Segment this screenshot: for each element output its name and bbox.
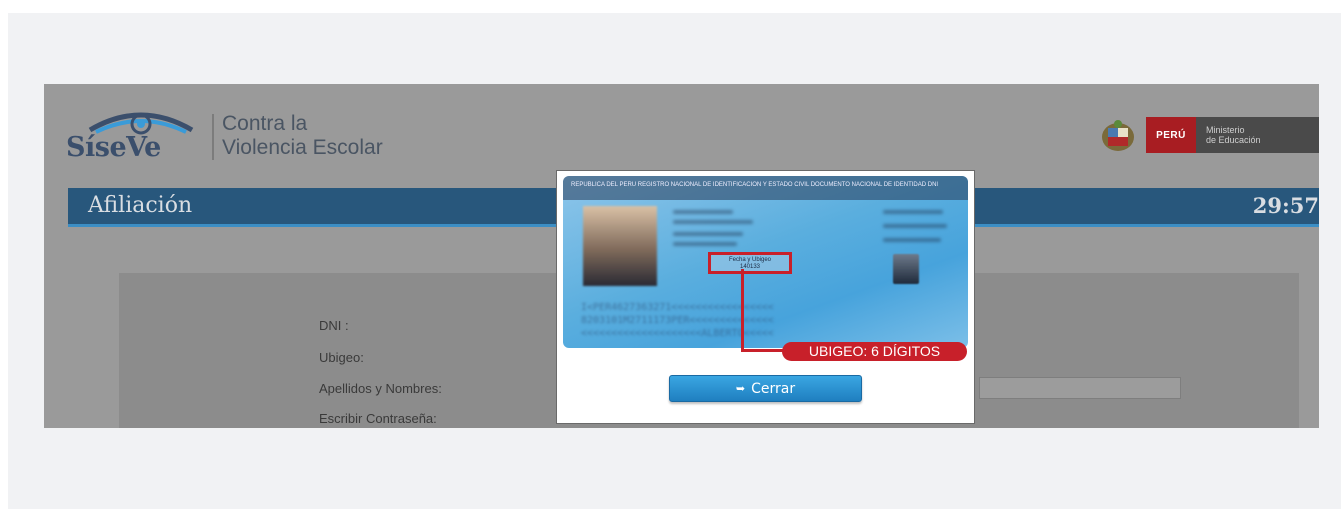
logo-tagline: Contra la Violencia Escolar [222, 112, 383, 160]
blurred-text [673, 232, 743, 236]
minedu-logo[interactable]: PERÚ Ministerio de Educación [1099, 117, 1319, 155]
callout-pointer [741, 269, 744, 352]
dni-card-header: REPUBLICA DEL PERU REGISTRO NACIONAL DE … [563, 176, 968, 200]
ubigeo-highlight-code: 140133 [739, 264, 761, 270]
ubigeo-help-modal: REPUBLICA DEL PERU REGISTRO NACIONAL DE … [556, 170, 975, 424]
blurred-text [883, 210, 943, 214]
blurred-text [673, 220, 753, 224]
blurred-text [673, 210, 733, 214]
ubigeo-callout-label: UBIGEO: 6 DÍGITOS [782, 342, 967, 361]
page-title: Afiliación [88, 193, 193, 218]
logo-divider [212, 114, 214, 160]
close-button-label: Cerrar [751, 380, 796, 397]
ubigeo-highlight-box: Fecha y Ubigeo 140133 [708, 252, 792, 274]
tagline-line-2: Violencia Escolar [222, 136, 383, 159]
siseve-logo[interactable]: SíseVe Contra la Violencia Escolar [64, 106, 484, 166]
mrz-line-1: I<PER4627363271<<<<<<<<<<<<<<<<< [581, 302, 774, 313]
ministry-line-1: Ministerio [1206, 125, 1245, 135]
ubigeo-highlight-title: Fecha y Ubigeo [728, 257, 772, 263]
logo-word-b: Ve [126, 132, 161, 163]
ministry-label: Ministerio de Educación [1196, 117, 1319, 153]
dni-label: DNI : [319, 318, 349, 333]
tagline-line-1: Contra la [222, 112, 308, 135]
full-name-label: Apellidos y Nombres: [319, 381, 442, 396]
mrz-line-3: <<<<<<<<<<<<<<<<<<<<ALBERTO<<<<< [581, 328, 774, 339]
logo-word-a: Síse [66, 132, 127, 163]
dni-mrz: I<PER4627363271<<<<<<<<<<<<<<<<< 8203101… [581, 301, 956, 340]
session-timer: 29:57 [1252, 193, 1319, 218]
callout-pointer [741, 349, 786, 352]
peru-label: PERÚ [1146, 117, 1196, 153]
sign-out-icon: ➥ [735, 382, 746, 395]
blurred-text [883, 238, 941, 242]
mrz-line-2: 8203101M2711173PER<<<<<<<<<<<<<< [581, 315, 774, 326]
ministry-line-2: de Educación [1206, 135, 1261, 145]
ubigeo-label: Ubigeo: [319, 350, 364, 365]
password-label: Escribir Contraseña: [319, 411, 437, 426]
peru-crest-icon [1102, 120, 1134, 151]
dni-sample-image: REPUBLICA DEL PERU REGISTRO NACIONAL DE … [563, 176, 968, 348]
dni-small-photo [893, 254, 919, 284]
blurred-text [883, 224, 947, 228]
logo-wordmark: SíseVe [66, 132, 161, 163]
dni-holder-photo [583, 206, 657, 286]
full-name-input[interactable] [979, 377, 1181, 399]
close-button[interactable]: ➥ Cerrar [669, 375, 862, 402]
blurred-text [673, 242, 737, 246]
